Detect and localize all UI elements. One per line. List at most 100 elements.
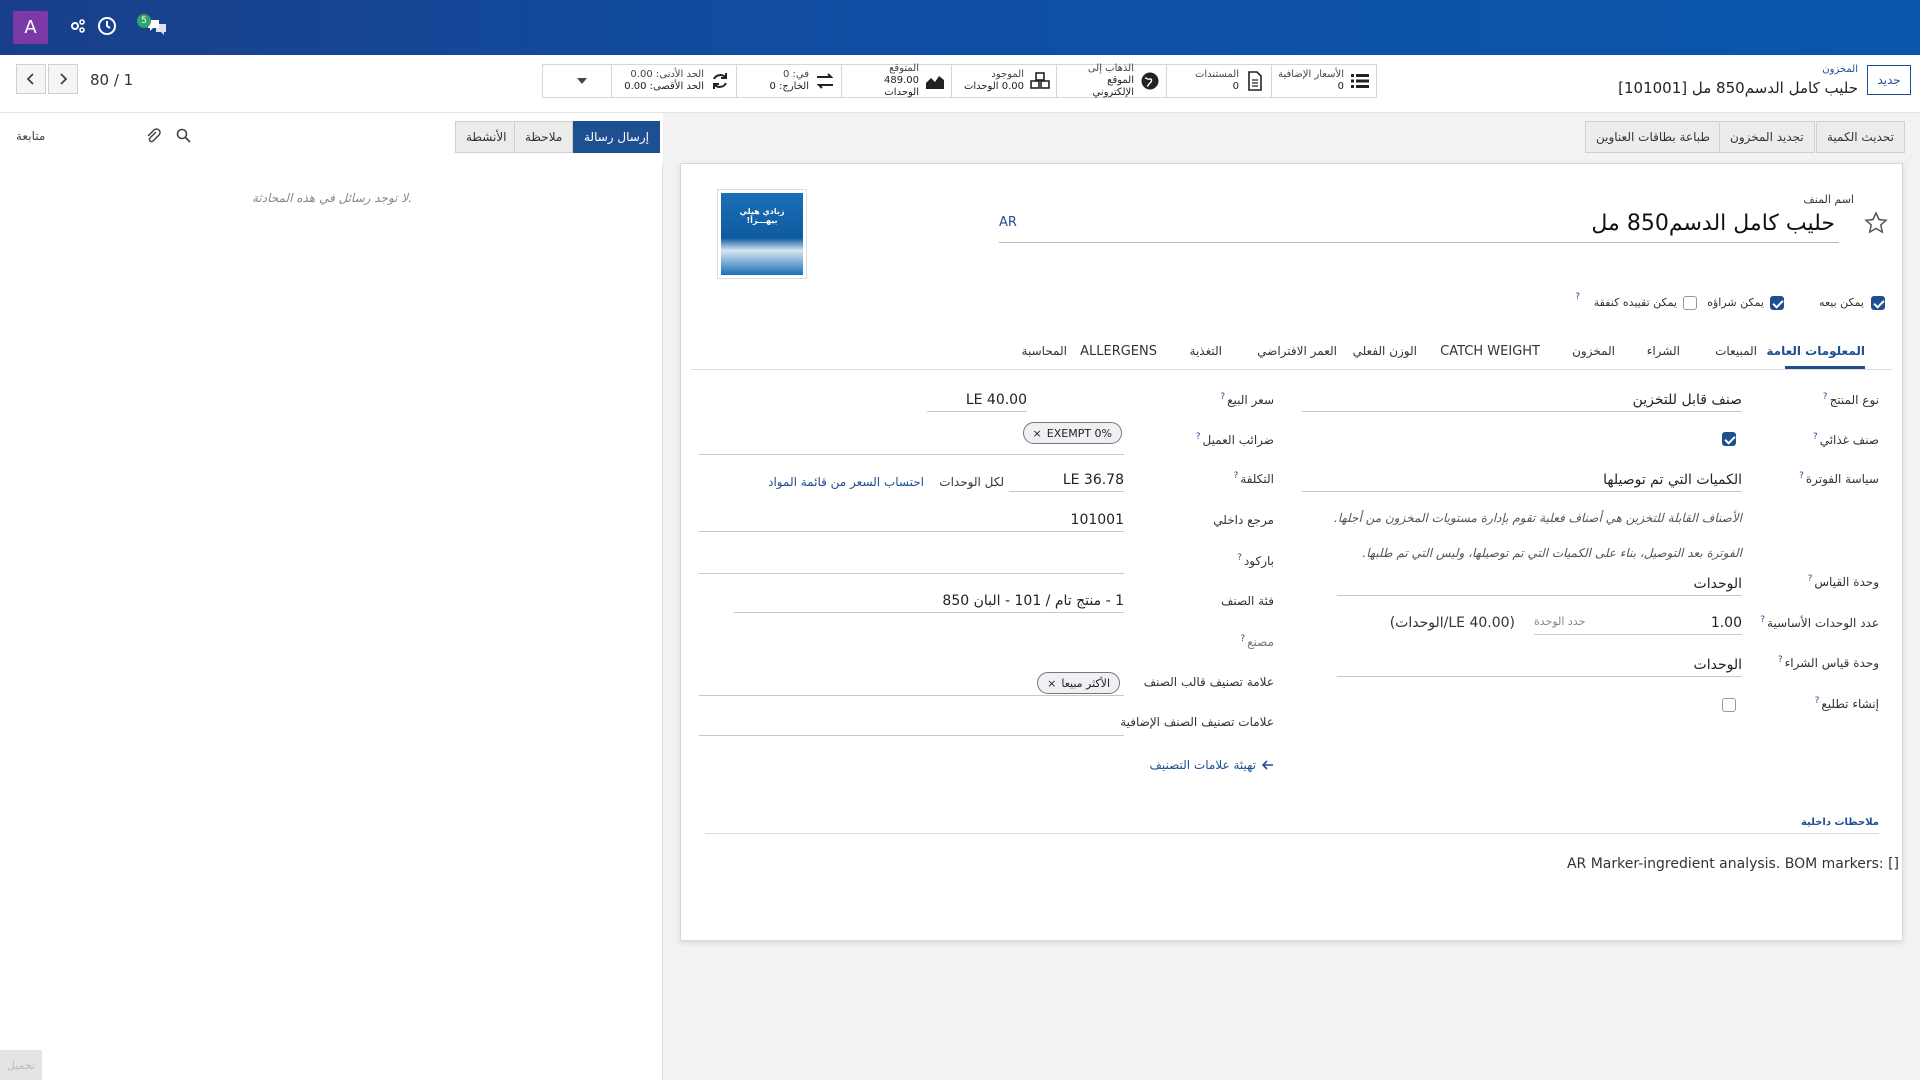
stat-label: في: 0	[782, 69, 809, 80]
remove-tag-icon[interactable]: ×	[1047, 677, 1056, 690]
template-tag[interactable]: × الأكثر مبيعا	[1037, 672, 1120, 694]
help-icon[interactable]: ?	[1813, 432, 1818, 442]
settings-icon[interactable]	[68, 16, 88, 36]
internal-ref-field[interactable]: 101001	[699, 512, 1124, 532]
sale-price-field[interactable]: LE 40.00	[927, 392, 1027, 412]
customer-taxes-field[interactable]	[699, 454, 1124, 455]
stat-in-out[interactable]: في: 0 الخارج: 0	[736, 65, 841, 97]
help-icon[interactable]: ?	[1815, 696, 1820, 706]
template-tag-field[interactable]	[699, 695, 1124, 696]
replenish-button[interactable]: تجديد المخزون	[1719, 121, 1815, 153]
invoice-policy-label: سياسة الفوترة?	[1799, 471, 1879, 486]
load-more-button[interactable]: تحميل	[0, 1050, 42, 1080]
help-icon[interactable]: ?	[1778, 655, 1783, 665]
invoice-policy-field[interactable]: الكميات التي تم توصيلها	[1302, 472, 1742, 492]
can-be-expensed-label: يمكن تقييده كنفقة	[1593, 296, 1677, 309]
stat-min-max[interactable]: الحد الأدنى: 0.00 الحد الأقصى: 0.00	[611, 65, 736, 97]
more-stats-dropdown[interactable]	[553, 65, 611, 97]
uom-field[interactable]: الوحدات	[1337, 576, 1742, 596]
invoice-policy-label-text: سياسة الفوترة	[1805, 472, 1879, 486]
help-icon[interactable]: ?	[1196, 432, 1201, 442]
internal-notes-text[interactable]: AR Marker-ingredient analysis. BOM marke…	[1567, 856, 1899, 872]
invoice-policy-help: الفوترة بعد التوصيل، بناء على الكميات ال…	[1362, 546, 1742, 560]
product-name-field[interactable]: حليب كامل الدسم850 مل AR	[999, 209, 1839, 243]
chevron-right-icon	[60, 73, 68, 85]
follow-button[interactable]: متابعة	[16, 129, 45, 143]
packaging-checkbox[interactable]	[1722, 698, 1736, 712]
document-icon	[1248, 71, 1262, 91]
stat-go-website[interactable]: الذهاب إلى الموقع الإلكتروني	[1056, 63, 1166, 98]
compute-bom-price-link[interactable]: احتساب السعر من قائمة المواد	[768, 475, 924, 489]
help-icon[interactable]: ?	[1823, 392, 1828, 402]
stat-label: المتوقع	[889, 63, 919, 74]
new-button[interactable]: جديد	[1867, 65, 1911, 95]
tab-inventory[interactable]: المخزون	[1572, 344, 1615, 358]
pager-value[interactable]: 80 / 1	[90, 71, 133, 89]
stat-documents[interactable]: المستندات 0	[1166, 65, 1271, 97]
tax-tag[interactable]: × EXEMPT 0%	[1022, 422, 1122, 444]
help-icon[interactable]: ?	[1575, 292, 1580, 302]
log-note-button[interactable]: ملاحظة	[514, 121, 574, 153]
clock-icon[interactable]	[97, 16, 117, 36]
product-type-field[interactable]: صنف قابل للتخزين	[1302, 392, 1742, 412]
product-name-value: حليب كامل الدسم850 مل	[1591, 211, 1835, 236]
help-icon[interactable]: ?	[1799, 471, 1804, 481]
tab-accounting[interactable]: المحاسبة	[1022, 344, 1067, 358]
paperclip-icon[interactable]	[145, 128, 161, 144]
tab-general-info[interactable]: المعلومات العامة	[1766, 344, 1865, 358]
base-units-field[interactable]: 1.00 حدد الوحدة	[1534, 615, 1742, 635]
stat-value: 0	[1232, 81, 1239, 92]
tab-allergens[interactable]: ALLERGENS	[1080, 344, 1157, 359]
manufacturer-label: مصنع?	[1240, 634, 1274, 649]
purchase-uom-field[interactable]: الوحدات	[1337, 657, 1742, 677]
tab-sales[interactable]: المبيعات	[1715, 344, 1757, 358]
remove-tag-icon[interactable]: ×	[1033, 427, 1042, 440]
food-product-checkbox[interactable]	[1722, 432, 1736, 446]
breadcrumb-parent[interactable]: المخزون	[1822, 64, 1858, 75]
help-icon[interactable]: ?	[1220, 392, 1225, 402]
packaging-label: إنشاء تطليع?	[1815, 696, 1879, 711]
product-image[interactable]: زبادي هيلي بيهـــزأ!	[717, 189, 807, 279]
can-be-sold-checkbox[interactable]	[1871, 296, 1885, 310]
stat-on-hand[interactable]: الموجود 0.00 الوحدات	[951, 65, 1056, 97]
product-category-field[interactable]: 1 - منتج تام / 101 - البان 850	[734, 593, 1124, 613]
can-be-expensed-checkbox[interactable]	[1683, 296, 1697, 310]
barcode-field[interactable]	[699, 552, 1124, 574]
print-labels-button[interactable]: طباعة بطاقات العناوين	[1585, 121, 1721, 153]
stat-value: الخارج: 0	[769, 81, 809, 92]
template-tag-label: علامة تصنيف قالب الصنف	[1143, 675, 1274, 689]
help-icon[interactable]: ?	[1808, 574, 1813, 584]
tab-nutrition[interactable]: التغذية	[1190, 344, 1222, 358]
stat-extra-prices[interactable]: الأسعار الإضافية 0	[1271, 65, 1376, 97]
stat-label: المستندات	[1194, 69, 1239, 80]
configure-tags-link[interactable]: تهيئة علامات التصنيف	[1149, 758, 1274, 772]
cost-field[interactable]: LE 36.78	[1009, 472, 1124, 492]
chatter-toolbar: متابعة الأنشطة ملاحظة إرسال رسالة	[0, 113, 663, 163]
pager-next-button[interactable]	[48, 64, 78, 94]
extra-tags-field[interactable]	[699, 735, 1124, 736]
help-icon[interactable]: ?	[1237, 553, 1242, 563]
tab-purchase[interactable]: الشراء	[1647, 344, 1680, 358]
search-icon[interactable]	[176, 128, 191, 143]
stat-forecast[interactable]: المتوقع 489.00 الوحدات	[841, 63, 951, 98]
internal-notes-label: ملاحظات داخلية	[1800, 817, 1879, 828]
product-form-sheet: زبادي هيلي بيهـــزأ! اسم المنف حليب كامل…	[680, 163, 1903, 941]
food-product-label-text: صنف غذائي	[1819, 433, 1879, 447]
tab-shelf-life[interactable]: العمر الافتراضي	[1257, 344, 1337, 358]
star-icon[interactable]	[1864, 211, 1888, 235]
update-quantity-button[interactable]: تحديث الكمية	[1816, 121, 1905, 153]
can-be-purchased-checkbox[interactable]	[1770, 296, 1784, 310]
app-switcher-button[interactable]: A	[13, 11, 48, 44]
activities-button[interactable]: الأنشطة	[455, 121, 518, 153]
tab-catch-weight[interactable]: CATCH WEIGHT	[1440, 344, 1540, 359]
help-icon[interactable]: ?	[1234, 471, 1239, 481]
exchange-icon	[816, 73, 834, 89]
barcode-label-text: باركود	[1243, 554, 1274, 568]
language-button[interactable]: AR	[999, 215, 1017, 230]
help-icon[interactable]: ?	[1240, 634, 1245, 644]
pager-prev-button[interactable]	[16, 64, 46, 94]
help-icon[interactable]: ?	[1760, 615, 1765, 625]
tab-actual-weight[interactable]: الوزن الفعلي	[1353, 344, 1417, 358]
messages-badge: 5	[137, 14, 151, 28]
send-message-button[interactable]: إرسال رسالة	[573, 121, 660, 153]
